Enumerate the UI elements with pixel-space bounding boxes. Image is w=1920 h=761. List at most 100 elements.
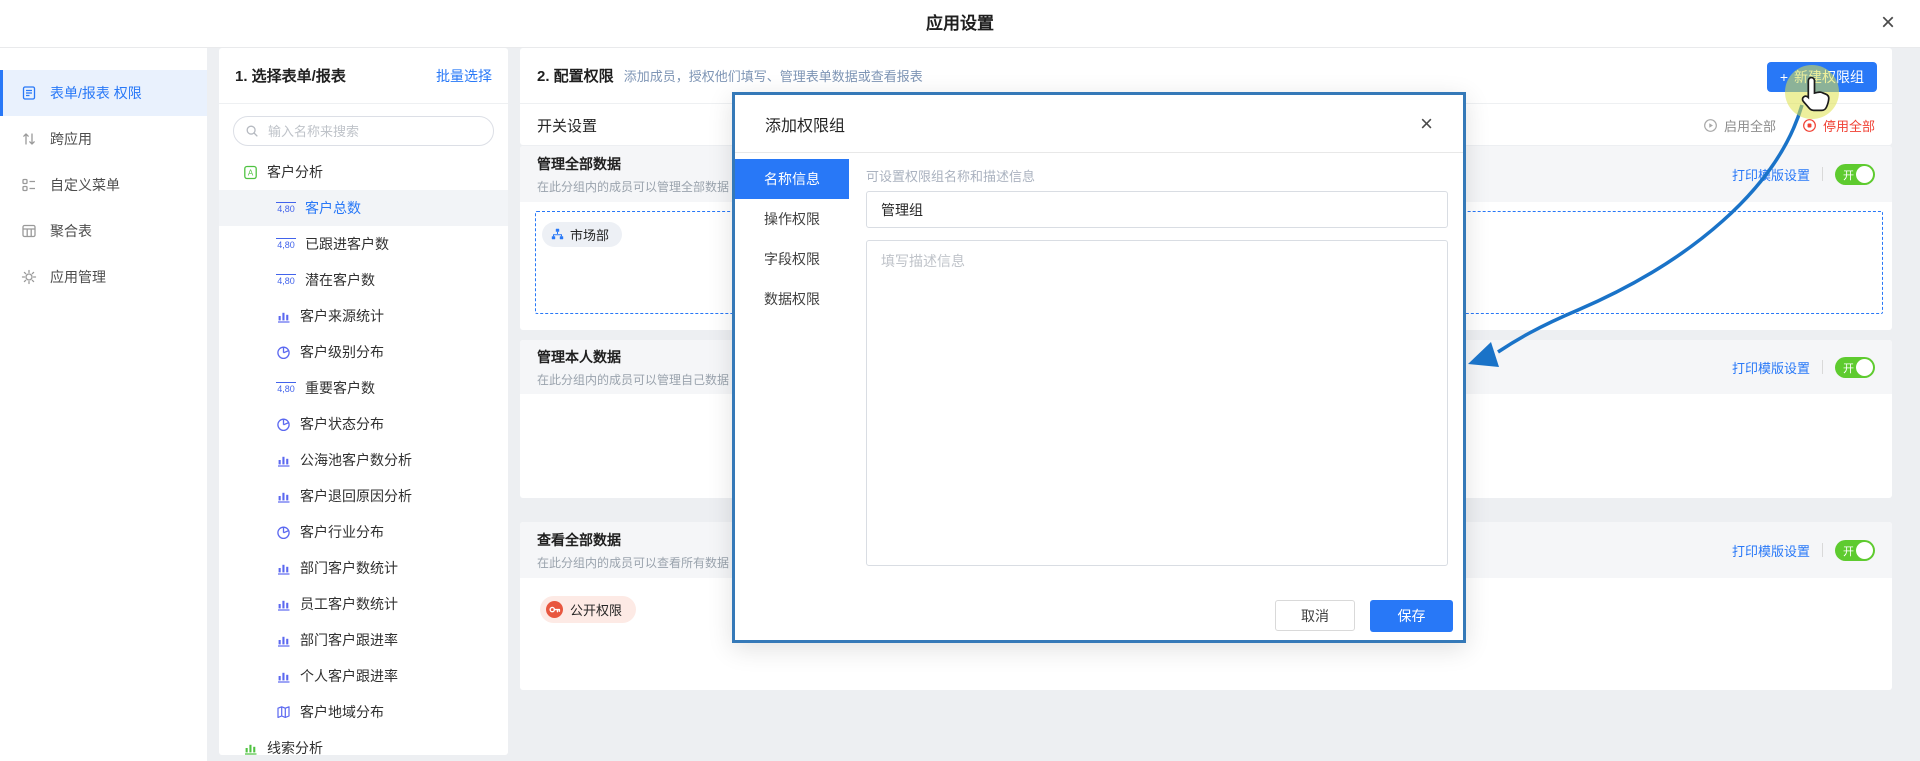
tree-group[interactable]: 线索分析 <box>219 730 508 755</box>
toggle-on-label: 开 <box>1843 543 1854 559</box>
tree-item[interactable]: 公海池客户数分析 <box>219 442 508 478</box>
cancel-button[interactable]: 取消 <box>1275 600 1355 631</box>
print-template-link[interactable]: 打印模版设置 <box>1732 541 1810 560</box>
tree-item[interactable]: 客户地域分布 <box>219 694 508 730</box>
group-description-textarea[interactable] <box>866 240 1448 566</box>
tree-item[interactable]: 4,80 潜在客户数 <box>219 262 508 298</box>
enable-all-button[interactable]: 启用全部 <box>1703 116 1776 135</box>
tree-item[interactable]: 个人客户跟进率 <box>219 658 508 694</box>
form-panel-header: 1. 选择表单/报表 批量选择 <box>219 48 508 104</box>
tree-item[interactable]: 4,80 已跟进客户数 <box>219 226 508 262</box>
modal-body: 名称信息 操作权限 字段权限 数据权限 可设置权限组名称和描述信息 <box>735 153 1463 581</box>
tree-label: 客户级别分布 <box>300 342 384 362</box>
tree-label: 员工客户数统计 <box>300 594 398 614</box>
pie-chart-icon <box>276 525 291 540</box>
tree-item[interactable]: 4,80 重要客户数 <box>219 370 508 406</box>
toggle-knob <box>1856 359 1873 376</box>
form-a-icon: A <box>243 165 258 180</box>
switch-settings-label: 开关设置 <box>537 115 597 136</box>
sidebar-item-custom-menu[interactable]: 自定义菜单 <box>0 162 207 208</box>
modal-close-icon[interactable]: × <box>1420 113 1433 135</box>
modal-hint: 可设置权限组名称和描述信息 <box>866 167 1448 187</box>
tab-name-info[interactable]: 名称信息 <box>735 159 849 199</box>
search-icon <box>245 124 259 138</box>
tree-item[interactable]: 客户级别分布 <box>219 334 508 370</box>
play-circle-icon <box>1703 118 1718 133</box>
group-name-input[interactable] <box>866 191 1448 228</box>
tree-label: 线索分析 <box>267 738 323 755</box>
search-input[interactable] <box>266 123 482 140</box>
sidebar-item-app-management[interactable]: 应用管理 <box>0 254 207 300</box>
toggle-knob <box>1856 542 1873 559</box>
tree-item[interactable]: 客户行业分布 <box>219 514 508 550</box>
bar-chart-icon <box>276 561 291 576</box>
tree-item[interactable]: 客户退回原因分析 <box>219 478 508 514</box>
toggle-on-label: 开 <box>1843 360 1854 376</box>
print-template-link[interactable]: 打印模版设置 <box>1732 165 1810 184</box>
form-report-icon <box>21 85 37 101</box>
tree-item[interactable]: 客户状态分布 <box>219 406 508 442</box>
section-title: 管理本人数据 <box>537 347 729 367</box>
plus-icon: + <box>1780 69 1788 85</box>
custom-menu-icon <box>21 177 37 193</box>
member-name: 市场部 <box>570 225 609 244</box>
toggle-on-label: 开 <box>1843 167 1854 183</box>
tree-item[interactable]: 客户来源统计 <box>219 298 508 334</box>
tree-label: 客户状态分布 <box>300 414 384 434</box>
bar-chart-icon <box>276 453 291 468</box>
modal-header: 添加权限组 × <box>735 95 1463 153</box>
pie-chart-icon <box>276 345 291 360</box>
modal-tab-rail: 名称信息 操作权限 字段权限 数据权限 <box>735 153 849 581</box>
close-icon[interactable]: × <box>1874 9 1902 37</box>
tree-item[interactable]: 员工客户数统计 <box>219 586 508 622</box>
add-permission-group-modal: 添加权限组 × 名称信息 操作权限 字段权限 数据权限 可设置权限组名称和描述信… <box>732 92 1466 643</box>
app-settings-window: 应用设置 × 表单/报表 权限 跨应用 自定义菜单 聚合表 应用管理 1. 选择… <box>0 0 1920 761</box>
bar-chart-icon <box>276 597 291 612</box>
bar-chart-icon <box>276 309 291 324</box>
sidebar-item-form-report-permission[interactable]: 表单/报表 权限 <box>0 70 207 116</box>
tree-label: 客户分析 <box>267 162 323 182</box>
key-icon <box>546 601 563 618</box>
tree-item[interactable]: 部门客户数统计 <box>219 550 508 586</box>
org-icon <box>551 228 564 241</box>
toggle-knob <box>1856 166 1873 183</box>
bar-chart-icon <box>276 669 291 684</box>
permission-subtitle: 添加成员，授权他们填写、管理表单数据或查看报表 <box>624 66 923 85</box>
new-permission-group-button[interactable]: + 新建权限组 <box>1767 62 1877 92</box>
tree-item[interactable]: 4,80 客户总数 <box>219 190 508 226</box>
section-toggle[interactable]: 开 <box>1835 540 1875 561</box>
disable-all-label: 停用全部 <box>1823 116 1875 135</box>
sidebar-item-cross-app[interactable]: 跨应用 <box>0 116 207 162</box>
tree-label: 潜在客户数 <box>305 270 375 290</box>
tree-label: 已跟进客户数 <box>305 234 389 254</box>
section-toggle[interactable]: 开 <box>1835 357 1875 378</box>
number-card-icon: 4,80 <box>276 238 296 251</box>
tab-operation-permission[interactable]: 操作权限 <box>735 199 849 239</box>
sidebar-item-aggregate-table[interactable]: 聚合表 <box>0 208 207 254</box>
tab-field-permission[interactable]: 字段权限 <box>735 239 849 279</box>
modal-content: 可设置权限组名称和描述信息 <box>849 153 1463 581</box>
public-permission-tag[interactable]: 公开权限 <box>540 596 636 623</box>
bar-chart-icon <box>276 633 291 648</box>
save-button[interactable]: 保存 <box>1370 600 1453 632</box>
batch-select-link[interactable]: 批量选择 <box>436 66 492 86</box>
title-bar: 应用设置 × <box>0 0 1920 48</box>
number-card-icon: 4,80 <box>276 202 296 215</box>
tree-label: 客户行业分布 <box>300 522 384 542</box>
section-toggle[interactable]: 开 <box>1835 164 1875 185</box>
sidebar-item-label: 跨应用 <box>50 129 92 149</box>
divider <box>1822 543 1823 557</box>
search-box[interactable] <box>233 116 494 146</box>
disable-all-button[interactable]: 停用全部 <box>1802 116 1875 135</box>
tree-item[interactable]: 部门客户跟进率 <box>219 622 508 658</box>
public-permission-label: 公开权限 <box>570 600 622 619</box>
member-tag[interactable]: 市场部 <box>542 222 622 247</box>
form-tree: A 客户分析 4,80 客户总数 4,80 已跟进客户数 4,80 潜在客户数 … <box>219 152 508 755</box>
tree-group[interactable]: A 客户分析 <box>219 154 508 190</box>
cross-app-icon <box>21 131 37 147</box>
gear-icon <box>21 269 37 285</box>
number-card-icon: 4,80 <box>276 382 296 395</box>
print-template-link[interactable]: 打印模版设置 <box>1732 358 1810 377</box>
tree-label: 客户总数 <box>305 198 361 218</box>
tab-data-permission[interactable]: 数据权限 <box>735 279 849 319</box>
